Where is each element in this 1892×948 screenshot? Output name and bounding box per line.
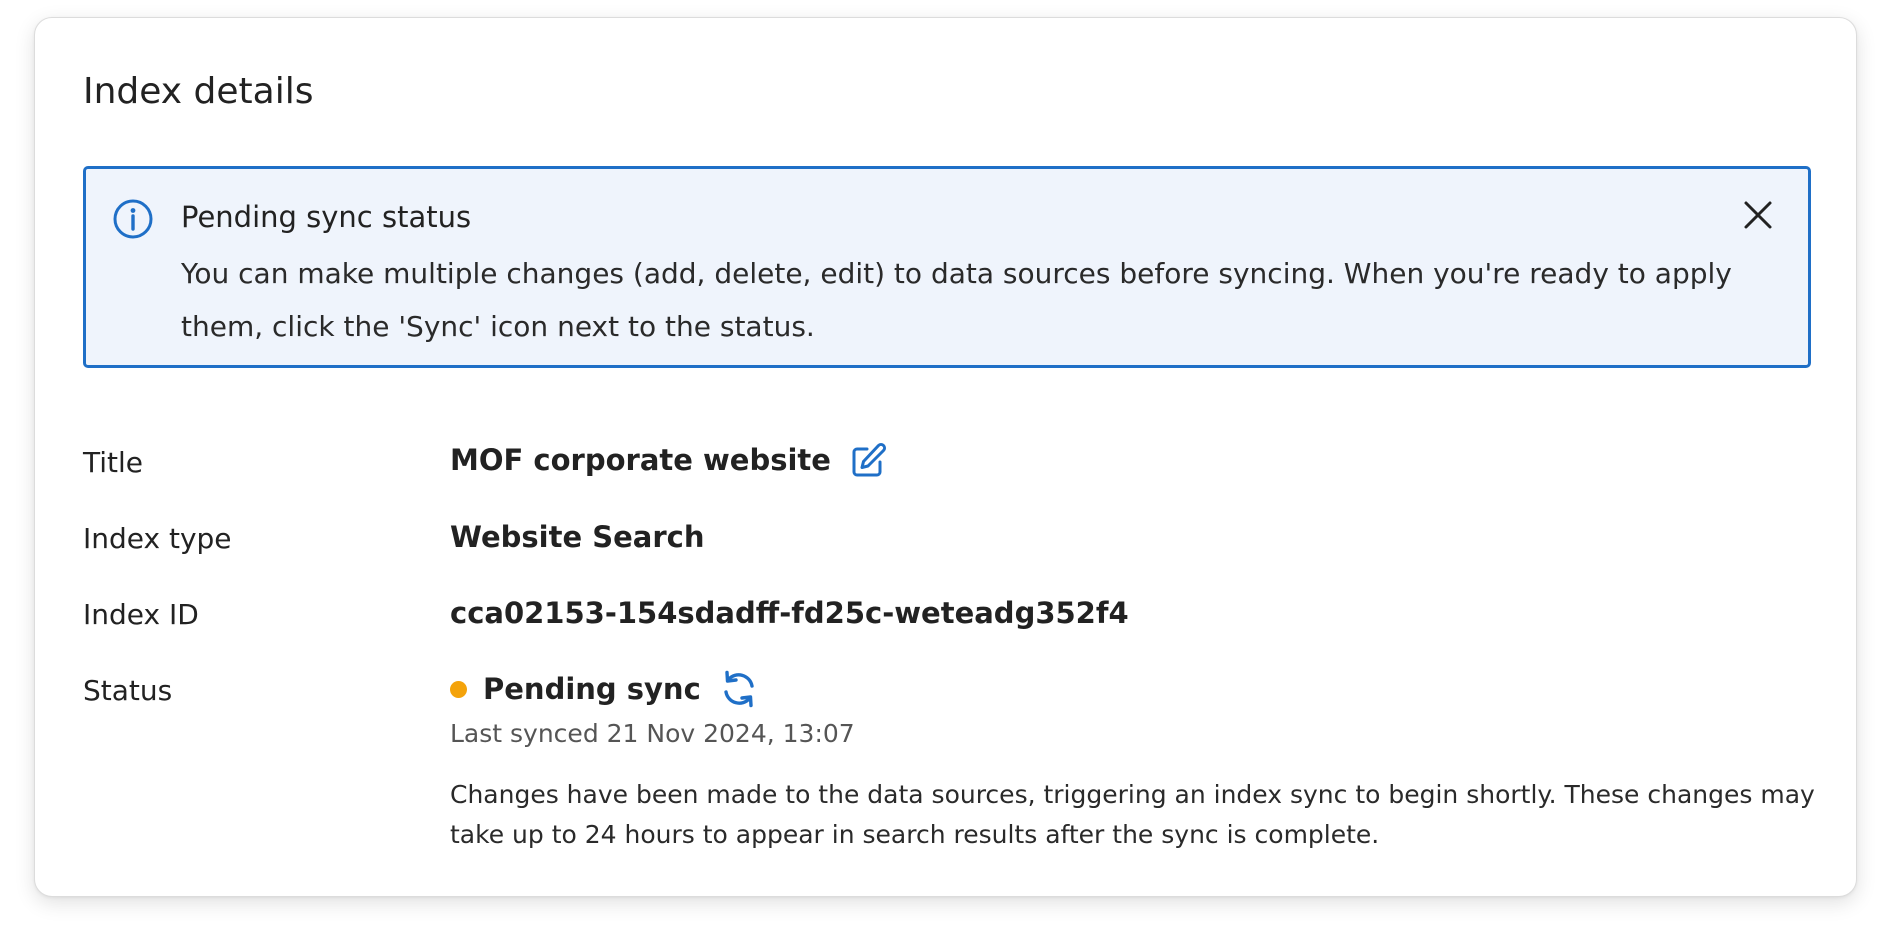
- edit-pencil-icon[interactable]: [850, 441, 888, 479]
- status-note: Changes have been made to the data sourc…: [450, 780, 1815, 849]
- index-type-value: Website Search: [450, 520, 705, 554]
- status-label: Status: [83, 674, 173, 707]
- index-id-value: cca02153-154sdadff-fd25c-weteadg352f4: [450, 596, 1129, 630]
- index-details-card: Index details Pending sync status You ca…: [34, 17, 1857, 897]
- index-type-label: Index type: [83, 522, 232, 555]
- index-id-label: Index ID: [83, 598, 199, 631]
- status-dot: [450, 680, 467, 698]
- status-value-row: Pending sync: [450, 669, 759, 709]
- title-value-row: MOF corporate website: [450, 441, 888, 479]
- title-label: Title: [83, 446, 144, 479]
- last-synced-text: Last synced 21 Nov 2024, 13:07: [450, 719, 855, 748]
- status-value: Pending sync: [483, 672, 701, 706]
- card-title: Index details: [83, 71, 314, 112]
- banner-text: You can make multiple changes (add, dele…: [181, 257, 1732, 343]
- sync-refresh-icon[interactable]: [719, 669, 759, 709]
- info-circle-icon: [113, 199, 153, 239]
- title-value: MOF corporate website: [450, 443, 831, 477]
- close-icon[interactable]: [1738, 195, 1778, 235]
- pending-sync-banner: Pending sync status You can make multipl…: [83, 166, 1811, 368]
- banner-heading: Pending sync status: [181, 200, 472, 234]
